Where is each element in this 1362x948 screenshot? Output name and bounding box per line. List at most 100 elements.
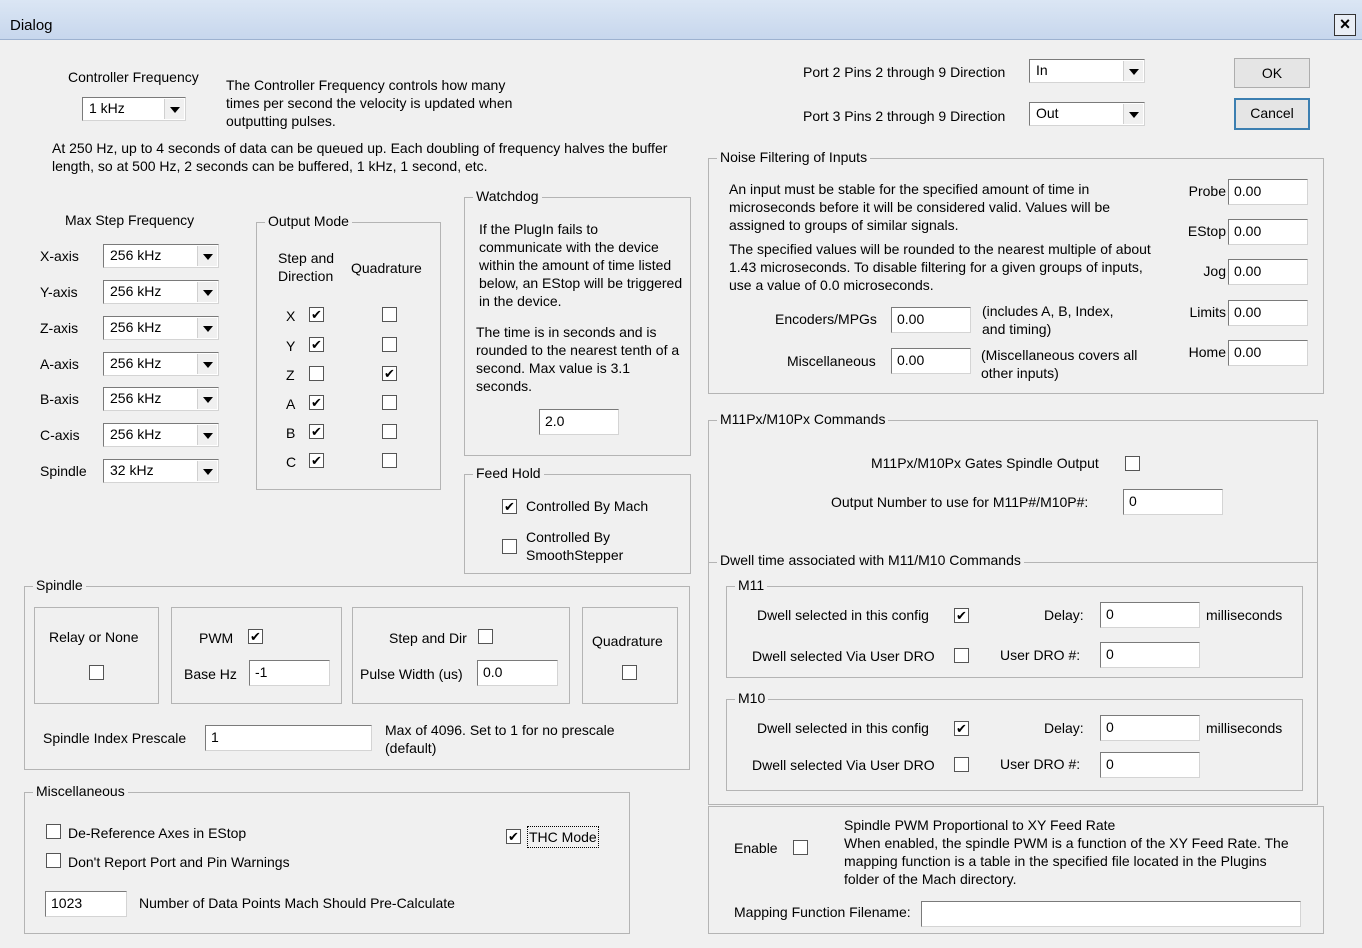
step-and-dir-box: Step and Dir Pulse Width (us) 0.0 <box>352 607 570 704</box>
axis-frequency-select[interactable]: 256 kHz <box>103 387 219 411</box>
axis-frequency-select[interactable]: 256 kHz <box>103 244 219 268</box>
axis-label: C-axis <box>40 427 80 443</box>
m11px-m10px-title: M11Px/M10Px Commands <box>717 411 889 427</box>
chevron-down-icon[interactable] <box>1123 61 1143 81</box>
output-number-label: Output Number to use for M11P#/M10P#: <box>831 494 1089 510</box>
chevron-down-icon[interactable] <box>197 246 217 266</box>
quadrature-checkbox[interactable] <box>382 307 397 322</box>
relay-or-none-checkbox[interactable] <box>89 665 104 680</box>
port3-label: Port 3 Pins 2 through 9 Direction <box>803 108 1006 124</box>
step-direction-checkbox[interactable]: ✔ <box>309 307 324 322</box>
spindle-quadrature-checkbox[interactable] <box>622 665 637 680</box>
dwell-user-dro-checkbox[interactable] <box>954 648 969 663</box>
controller-frequency-select[interactable]: 1 kHz <box>82 97 186 121</box>
quadrature-checkbox[interactable]: ✔ <box>382 366 397 381</box>
dwell-user-dro-label: Dwell selected Via User DRO <box>752 648 935 664</box>
axis-frequency-value: 256 kHz <box>110 390 162 406</box>
mapping-filename-label: Mapping Function Filename: <box>734 904 911 920</box>
controller-frequency-label: Controller Frequency <box>68 69 199 85</box>
noise-description: An input must be stable for the specifie… <box>729 181 1111 233</box>
dwell-config-checkbox[interactable]: ✔ <box>954 608 969 623</box>
output-number-input[interactable]: 0 <box>1123 489 1223 515</box>
gates-spindle-checkbox[interactable] <box>1125 456 1140 471</box>
axis-frequency-select[interactable]: 32 kHz <box>103 459 219 483</box>
noise-input-label: Home <box>1188 344 1226 360</box>
chevron-down-icon[interactable] <box>197 354 217 374</box>
user-dro-number-input[interactable]: 0 <box>1100 642 1200 668</box>
dwell-group: M10 Dwell selected in this config ✔ Delay: 0… <box>726 690 1303 791</box>
encoders-input[interactable]: 0.00 <box>891 307 971 333</box>
noise-input-label: EStop <box>1187 223 1226 239</box>
close-icon[interactable]: × <box>1334 14 1356 36</box>
step-direction-checkbox[interactable]: ✔ <box>309 395 324 410</box>
chevron-down-icon[interactable] <box>1123 104 1143 124</box>
dwell-user-dro-checkbox[interactable] <box>954 757 969 772</box>
port3-direction-select[interactable]: Out <box>1029 102 1145 126</box>
noise-filter-input[interactable]: 0.00 <box>1228 259 1308 285</box>
de-reference-axes-checkbox[interactable] <box>46 824 61 839</box>
step-and-dir-checkbox[interactable] <box>478 629 493 644</box>
noise-filter-input[interactable]: 0.00 <box>1228 179 1308 205</box>
step-direction-checkbox[interactable]: ✔ <box>309 453 324 468</box>
axis-frequency-select[interactable]: 256 kHz <box>103 280 219 304</box>
dwell-config-label: Dwell selected in this config <box>757 607 929 623</box>
output-mode-axis-label: A <box>286 396 296 412</box>
dwell-delay-input[interactable]: 0 <box>1100 602 1200 628</box>
watchdog-time-input[interactable]: 2.0 <box>539 409 619 435</box>
quadrature-checkbox[interactable] <box>382 424 397 439</box>
dwell-config-checkbox[interactable]: ✔ <box>954 721 969 736</box>
pwm-checkbox[interactable]: ✔ <box>248 629 263 644</box>
noise-filter-input[interactable]: 0.00 <box>1228 340 1308 366</box>
mapping-filename-input[interactable] <box>921 901 1301 927</box>
dwell-delay-input[interactable]: 0 <box>1100 715 1200 741</box>
chevron-down-icon[interactable] <box>197 318 217 338</box>
noise-input-label: Limits <box>1189 304 1226 320</box>
noise-filter-input[interactable]: 0.00 <box>1228 219 1308 245</box>
chevron-down-icon[interactable] <box>197 282 217 302</box>
controlled-by-mach-checkbox[interactable]: ✔ <box>502 499 517 514</box>
cancel-button[interactable]: Cancel <box>1234 98 1310 130</box>
data-points-input[interactable]: 1023 <box>45 891 127 917</box>
chevron-down-icon[interactable] <box>197 425 217 445</box>
axis-frequency-select[interactable]: 256 kHz <box>103 423 219 447</box>
step-direction-checkbox[interactable] <box>309 366 324 381</box>
axis-frequency-select[interactable]: 256 kHz <box>103 316 219 340</box>
noise-filtering-title: Noise Filtering of Inputs <box>717 149 871 165</box>
axis-frequency-value: 256 kHz <box>110 319 162 335</box>
port3-direction-value: Out <box>1036 105 1059 121</box>
thc-mode-checkbox[interactable]: ✔ <box>506 829 521 844</box>
pwm-feed-enable-checkbox[interactable] <box>793 840 808 855</box>
spindle-index-prescale-input[interactable]: 1 <box>205 725 372 751</box>
ok-button[interactable]: OK <box>1234 58 1310 88</box>
pulse-width-input[interactable]: 0.0 <box>477 660 558 686</box>
watchdog-time-note: The time is in seconds and is rounded to… <box>476 324 680 394</box>
port2-label: Port 2 Pins 2 through 9 Direction <box>803 64 1006 80</box>
step-direction-checkbox[interactable]: ✔ <box>309 337 324 352</box>
noise-filter-input[interactable]: 0.00 <box>1228 300 1308 326</box>
chevron-down-icon[interactable] <box>197 461 217 481</box>
axis-frequency-select[interactable]: 256 kHz <box>103 352 219 376</box>
controller-frequency-description: The Controller Frequency controls how ma… <box>226 77 513 129</box>
dwell-title: Dwell time associated with M11/M10 Comma… <box>717 552 1024 568</box>
base-hz-input[interactable]: -1 <box>249 660 330 686</box>
miscellaneous-filter-label: Miscellaneous <box>787 353 876 369</box>
watchdog-description: If the PlugIn fails to communicate with … <box>479 221 683 309</box>
spindle-group: Spindle Relay or None PWM ✔ Base Hz -1 S… <box>24 577 690 770</box>
chevron-down-icon[interactable] <box>197 389 217 409</box>
port2-direction-select[interactable]: In <box>1029 59 1145 83</box>
user-dro-number-input[interactable]: 0 <box>1100 752 1200 778</box>
output-mode-axis-label: X <box>286 308 296 324</box>
controlled-by-smoothstepper-checkbox[interactable] <box>502 539 517 554</box>
step-direction-checkbox[interactable]: ✔ <box>309 424 324 439</box>
thc-mode-label: THC Mode <box>527 826 599 848</box>
chevron-down-icon[interactable] <box>164 99 184 119</box>
quadrature-checkbox[interactable] <box>382 453 397 468</box>
quadrature-checkbox[interactable] <box>382 395 397 410</box>
quadrature-checkbox[interactable] <box>382 337 397 352</box>
miscellaneous-filter-input[interactable]: 0.00 <box>891 348 971 374</box>
noise-rounding-note: The specified values will be rounded to … <box>729 241 1151 293</box>
axis-frequency-value: 256 kHz <box>110 247 162 263</box>
axis-label: Z-axis <box>40 320 79 336</box>
controlled-by-mach-label: Controlled By Mach <box>526 498 649 514</box>
port-pin-warnings-checkbox[interactable] <box>46 853 61 868</box>
